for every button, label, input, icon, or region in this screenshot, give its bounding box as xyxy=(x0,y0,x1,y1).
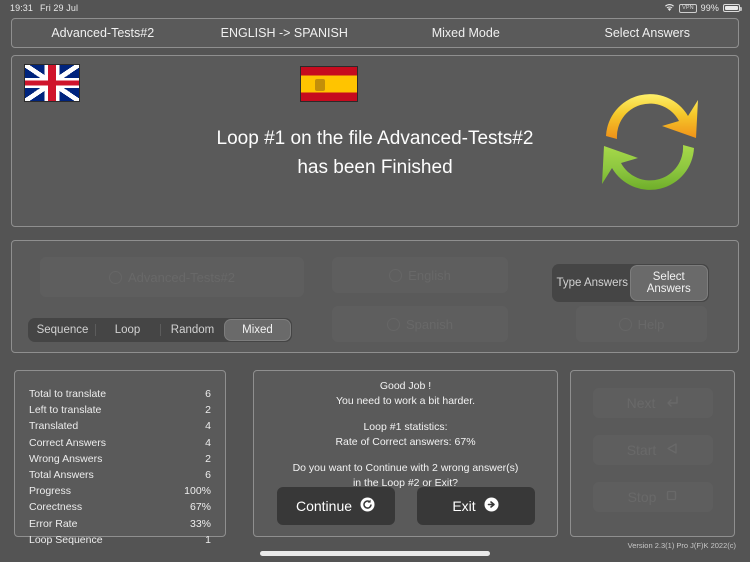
wifi-icon xyxy=(664,3,675,14)
next-button[interactable]: Next xyxy=(593,388,713,418)
start-button[interactable]: Start xyxy=(593,435,713,465)
answer-option-select[interactable]: Select Answers xyxy=(630,266,707,300)
mode-segmented-control[interactable]: Sequence Loop Random Mixed xyxy=(28,318,292,342)
status-date: Fri 29 Jul xyxy=(40,3,79,13)
spain-flag-icon xyxy=(300,66,358,102)
table-row: Wrong Answers 2 xyxy=(29,451,211,467)
transport-buttons-panel: Next Start Stop xyxy=(570,370,735,537)
stat-value: 4 xyxy=(205,436,211,449)
mode-option-loop[interactable]: Loop xyxy=(95,320,160,340)
radio-dot-icon xyxy=(389,268,403,282)
nav-item-direction[interactable]: ENGLISH -> SPANISH xyxy=(194,26,376,40)
continue-label: Continue xyxy=(295,498,353,514)
table-row: Error Rate 33% xyxy=(29,516,211,532)
stat-value: 4 xyxy=(205,420,211,433)
dialog-line-1: Good Job ! xyxy=(379,380,432,392)
play-triangle-icon xyxy=(665,442,679,458)
vpn-badge: VPN xyxy=(679,3,697,13)
nav-item-mode[interactable]: Mixed Mode xyxy=(375,26,557,40)
status-bar: 19:31 Fri 29 Jul VPN 99% xyxy=(0,0,750,16)
stat-label: Correct Answers xyxy=(29,436,107,449)
exit-label: Exit xyxy=(452,498,476,514)
table-row: Correct Answers 4 xyxy=(29,435,211,451)
battery-icon xyxy=(723,4,742,12)
stat-value: 2 xyxy=(205,404,211,417)
radio-dot-icon xyxy=(109,270,123,284)
question-mark-icon xyxy=(618,317,632,331)
dialog-line-2: You need to work a bit harder. xyxy=(335,394,476,407)
table-row: Left to translate 2 xyxy=(29,402,211,418)
dialog-line-3: Loop #1 statistics: xyxy=(363,421,448,433)
stat-label: Left to translate xyxy=(29,404,102,417)
stat-label: Error Rate xyxy=(29,517,78,530)
stat-value: 1 xyxy=(205,533,211,546)
status-bar-right: VPN 99% xyxy=(664,3,742,14)
help-button[interactable]: Help xyxy=(576,306,707,342)
stat-value: 6 xyxy=(205,388,211,400)
stop-button[interactable]: Stop xyxy=(593,482,713,512)
stat-label: Loop Sequence xyxy=(29,533,103,546)
answer-mode-segmented-control[interactable]: Type Answers Select Answers xyxy=(552,264,709,302)
mode-option-random[interactable]: Random xyxy=(160,320,225,340)
enter-arrow-icon xyxy=(664,395,679,411)
english-language-button[interactable]: English xyxy=(332,257,508,293)
answer-option-type[interactable]: Type Answers xyxy=(554,272,631,294)
table-row: Total to translate 6 xyxy=(29,386,211,402)
continue-button[interactable]: Continue xyxy=(276,487,395,525)
nav-item-file[interactable]: Advanced-Tests#2 xyxy=(12,26,194,40)
united-kingdom-flag-icon xyxy=(24,64,80,102)
stat-label: Progress xyxy=(29,485,72,498)
stat-value: 67% xyxy=(189,501,211,514)
dialog-panel: Good Job ! You need to work a bit harder… xyxy=(253,370,558,537)
arrow-right-circle-icon xyxy=(484,497,499,515)
spanish-label: Spanish xyxy=(406,316,453,332)
nav-item-answer-mode[interactable]: Select Answers xyxy=(557,26,739,40)
next-label: Next xyxy=(626,395,656,411)
file-select-label: Advanced-Tests#2 xyxy=(128,269,235,285)
stat-value: 33% xyxy=(189,517,211,530)
stop-label: Stop xyxy=(627,489,657,505)
start-label: Start xyxy=(626,442,657,458)
spanish-language-button[interactable]: Spanish xyxy=(332,306,508,342)
circular-arrows-icon xyxy=(584,76,716,208)
help-label: Help xyxy=(637,316,665,332)
stat-label: Total to translate xyxy=(29,388,107,400)
stat-label: Corectness xyxy=(29,501,83,514)
table-row: Loop Sequence 1 xyxy=(29,532,211,548)
status-time: 19:31 xyxy=(10,3,34,13)
stop-square-icon xyxy=(665,489,678,505)
mode-option-sequence[interactable]: Sequence xyxy=(30,320,95,340)
exit-button[interactable]: Exit xyxy=(416,487,535,525)
stat-value: 6 xyxy=(205,469,211,482)
replay-circle-icon xyxy=(360,497,375,515)
file-select-button[interactable]: Advanced-Tests#2 xyxy=(40,257,304,297)
stat-value: 2 xyxy=(205,452,211,465)
home-indicator[interactable] xyxy=(260,551,490,556)
english-label: English xyxy=(408,267,451,283)
battery-percent: 99% xyxy=(700,3,719,13)
version-label: Version 2.3(1) Pro J(F)K 2022(c) xyxy=(627,541,736,550)
dialog-line-4: Rate of Correct answers: 67% xyxy=(335,435,476,448)
status-bar-left: 19:31 Fri 29 Jul xyxy=(10,3,78,13)
stat-label: Translated xyxy=(29,420,79,433)
stat-label: Total Answers xyxy=(29,469,94,482)
dialog-line-5: Do you want to Continue with 2 wrong ans… xyxy=(292,462,519,474)
table-row: Corectness 67% xyxy=(29,499,211,515)
statistics-panel: Total to translate 6 Left to translate 2 T… xyxy=(14,370,226,546)
dialog-actions: Continue Exit xyxy=(254,487,557,525)
table-row: Translated 4 xyxy=(29,418,211,434)
hero-panel: Loop #1 on the file Advanced-Tests#2 has… xyxy=(11,55,739,227)
mode-option-mixed[interactable]: Mixed xyxy=(225,320,290,340)
stat-value: 100% xyxy=(184,485,211,498)
table-row: Total Answers 6 xyxy=(29,467,211,483)
table-row: Progress 100% xyxy=(29,483,211,499)
top-navigation-bar: Advanced-Tests#2 ENGLISH -> SPANISH Mixe… xyxy=(11,18,739,48)
stat-label: Wrong Answers xyxy=(29,452,103,465)
radio-dot-icon xyxy=(387,317,400,331)
